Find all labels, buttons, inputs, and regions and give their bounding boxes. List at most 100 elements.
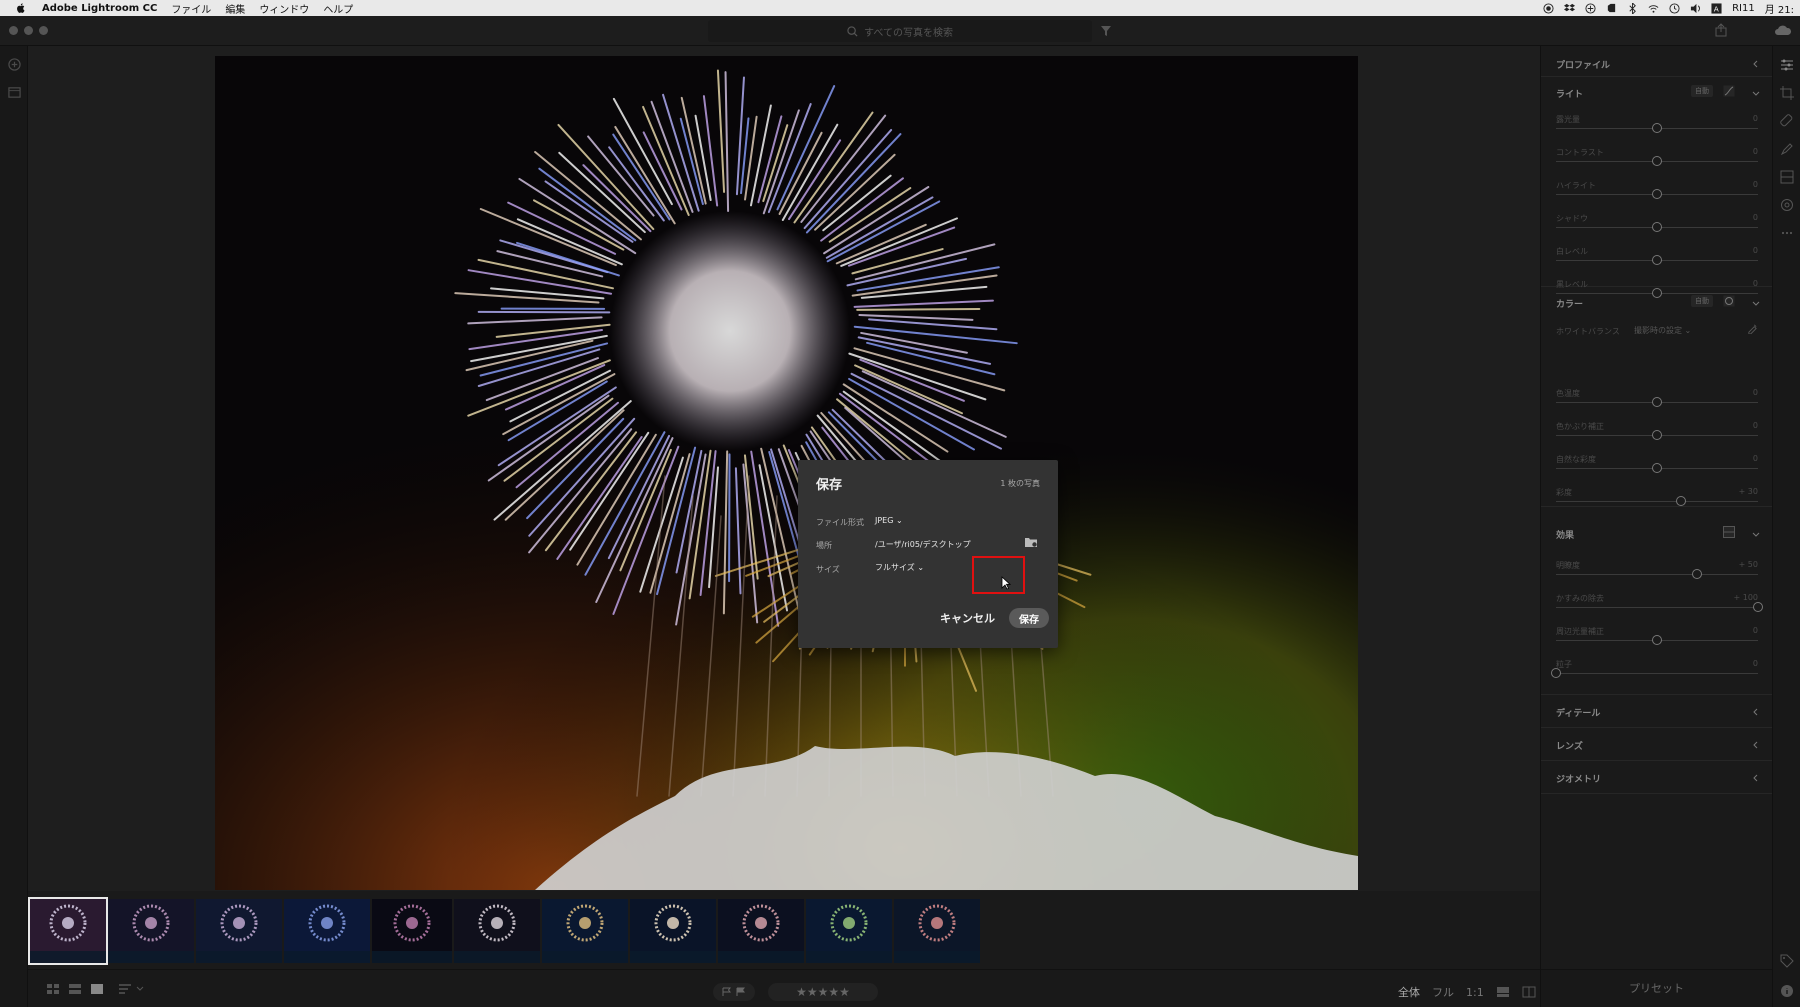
light-slider-handle[interactable] bbox=[1652, 156, 1662, 166]
filmstrip-thumbnail[interactable] bbox=[806, 899, 892, 963]
flag-reject-icon[interactable] bbox=[736, 987, 746, 997]
filmstrip-thumbnail[interactable] bbox=[284, 899, 370, 963]
effects-slider-value[interactable]: 0 bbox=[1753, 659, 1758, 668]
tone-curve-icon[interactable] bbox=[1723, 85, 1735, 97]
apple-logo-icon[interactable] bbox=[14, 2, 28, 14]
color-section-title[interactable]: カラー bbox=[1556, 297, 1583, 310]
zoom-1to1-option[interactable]: 1:1 bbox=[1466, 986, 1484, 999]
keyword-tag-icon[interactable] bbox=[1780, 954, 1794, 968]
light-slider-value[interactable]: 0 bbox=[1753, 147, 1758, 156]
minimize-window-button[interactable] bbox=[24, 26, 33, 35]
size-dropdown[interactable]: フルサイズ ⌄ bbox=[875, 562, 924, 573]
eyedropper-icon[interactable] bbox=[1747, 323, 1758, 334]
menubar-clock[interactable]: 月 21: bbox=[1765, 1, 1794, 16]
effects-slider-track[interactable] bbox=[1556, 574, 1758, 575]
light-slider-handle[interactable] bbox=[1652, 288, 1662, 298]
light-slider-handle[interactable] bbox=[1652, 222, 1662, 232]
filmstrip-thumbnail[interactable] bbox=[894, 899, 980, 963]
filter-icon[interactable] bbox=[1100, 25, 1112, 37]
chevron-left-icon[interactable] bbox=[1752, 60, 1760, 68]
brush-icon[interactable] bbox=[1780, 142, 1794, 156]
share-icon[interactable] bbox=[1714, 23, 1728, 37]
presets-button[interactable]: プリセット bbox=[1540, 969, 1772, 1007]
filmstrip-thumbnail[interactable] bbox=[372, 899, 452, 963]
zoom-window-button[interactable] bbox=[39, 26, 48, 35]
square-grid-icon[interactable] bbox=[46, 983, 60, 995]
color-slider-value[interactable]: 0 bbox=[1753, 454, 1758, 463]
color-slider-value[interactable]: 0 bbox=[1753, 421, 1758, 430]
filmstrip-toggle-icon[interactable] bbox=[1496, 986, 1510, 998]
light-slider-value[interactable]: 0 bbox=[1753, 246, 1758, 255]
zoom-fit-option[interactable]: 全体 bbox=[1398, 984, 1420, 1000]
crop-icon[interactable] bbox=[1780, 86, 1794, 100]
light-slider-handle[interactable] bbox=[1652, 123, 1662, 133]
light-slider-value[interactable]: 0 bbox=[1753, 279, 1758, 288]
color-slider-value[interactable]: + 30 bbox=[1739, 487, 1758, 496]
record-icon[interactable] bbox=[1543, 2, 1554, 14]
light-auto-button[interactable]: 自動 bbox=[1691, 85, 1713, 97]
radial-gradient-icon[interactable] bbox=[1780, 198, 1794, 212]
input-method-icon[interactable]: A bbox=[1711, 2, 1722, 14]
wifi-icon[interactable] bbox=[1648, 3, 1659, 14]
effects-slider-value[interactable]: + 100 bbox=[1733, 593, 1758, 602]
time-machine-icon[interactable] bbox=[1669, 2, 1680, 14]
chevron-left-icon[interactable] bbox=[1752, 774, 1760, 782]
geometry-section-title[interactable]: ジオメトリ bbox=[1556, 772, 1601, 785]
info-icon[interactable] bbox=[1780, 984, 1794, 998]
color-auto-button[interactable]: 自動 bbox=[1691, 295, 1713, 307]
bluetooth-icon[interactable] bbox=[1627, 2, 1638, 14]
light-slider-handle[interactable] bbox=[1652, 189, 1662, 199]
linear-gradient-icon[interactable] bbox=[1780, 170, 1794, 184]
color-slider-handle[interactable] bbox=[1676, 496, 1687, 506]
chevron-down-icon[interactable] bbox=[1752, 299, 1760, 307]
effects-section-title[interactable]: 効果 bbox=[1556, 528, 1574, 541]
edit-sliders-icon[interactable] bbox=[1780, 58, 1794, 72]
effects-slider-track[interactable] bbox=[1556, 673, 1758, 674]
effects-slider-handle[interactable] bbox=[1692, 569, 1703, 579]
light-slider-handle[interactable] bbox=[1652, 255, 1662, 265]
profile-section-title[interactable]: プロファイル bbox=[1556, 58, 1610, 71]
save-button[interactable]: 保存 bbox=[1009, 608, 1049, 628]
cancel-button[interactable]: キャンセル bbox=[940, 610, 995, 626]
library-icon[interactable] bbox=[8, 86, 21, 99]
menu-window[interactable]: ウィンドウ bbox=[259, 1, 309, 16]
color-slider-handle[interactable] bbox=[1652, 463, 1662, 473]
menu-file[interactable]: ファイル bbox=[171, 1, 211, 16]
chevron-left-icon[interactable] bbox=[1752, 708, 1760, 716]
light-slider-value[interactable]: 0 bbox=[1753, 180, 1758, 189]
light-section-title[interactable]: ライト bbox=[1556, 87, 1583, 100]
light-slider-value[interactable]: 0 bbox=[1753, 213, 1758, 222]
zoom-fill-option[interactable]: フル bbox=[1432, 984, 1454, 1000]
format-dropdown[interactable]: JPEG ⌄ bbox=[875, 516, 903, 525]
filmstrip-thumbnail[interactable] bbox=[454, 899, 540, 963]
filmstrip-thumbnail[interactable] bbox=[28, 897, 108, 965]
filmstrip-thumbnail[interactable] bbox=[718, 899, 804, 963]
detail-section-title[interactable]: ディテール bbox=[1556, 706, 1600, 719]
color-slider-track[interactable] bbox=[1556, 501, 1758, 502]
healing-brush-icon[interactable] bbox=[1780, 114, 1794, 128]
star-rating[interactable]: ★★★★★ bbox=[768, 983, 878, 1001]
close-window-button[interactable] bbox=[9, 26, 18, 35]
detail-view-icon[interactable] bbox=[90, 983, 104, 995]
sync-icon[interactable] bbox=[1585, 2, 1596, 14]
filmstrip-thumbnail[interactable] bbox=[196, 899, 282, 963]
white-balance-dropdown[interactable]: 撮影時の設定 ⌄ bbox=[1634, 325, 1691, 336]
light-slider-value[interactable]: 0 bbox=[1753, 114, 1758, 123]
filmstrip-thumbnail[interactable] bbox=[542, 899, 628, 963]
menu-edit[interactable]: 編集 bbox=[225, 1, 245, 16]
sort-icon[interactable] bbox=[118, 983, 146, 995]
chevron-left-icon[interactable] bbox=[1752, 741, 1760, 749]
compare-icon[interactable] bbox=[1522, 986, 1536, 998]
menu-help[interactable]: ヘルプ bbox=[323, 1, 353, 16]
color-slider-handle[interactable] bbox=[1652, 430, 1662, 440]
effects-slider-value[interactable]: + 50 bbox=[1739, 560, 1758, 569]
volume-icon[interactable] bbox=[1690, 3, 1701, 14]
evernote-icon[interactable] bbox=[1606, 3, 1617, 14]
color-slider-value[interactable]: 0 bbox=[1753, 388, 1758, 397]
filmstrip-thumbnail[interactable] bbox=[108, 899, 194, 963]
menubar-user[interactable]: RI11 bbox=[1732, 3, 1755, 14]
effects-slider-value[interactable]: 0 bbox=[1753, 626, 1758, 635]
effects-panel-icon[interactable] bbox=[1723, 526, 1735, 538]
cloud-sync-icon[interactable] bbox=[1774, 24, 1792, 36]
more-options-icon[interactable] bbox=[1780, 226, 1794, 240]
